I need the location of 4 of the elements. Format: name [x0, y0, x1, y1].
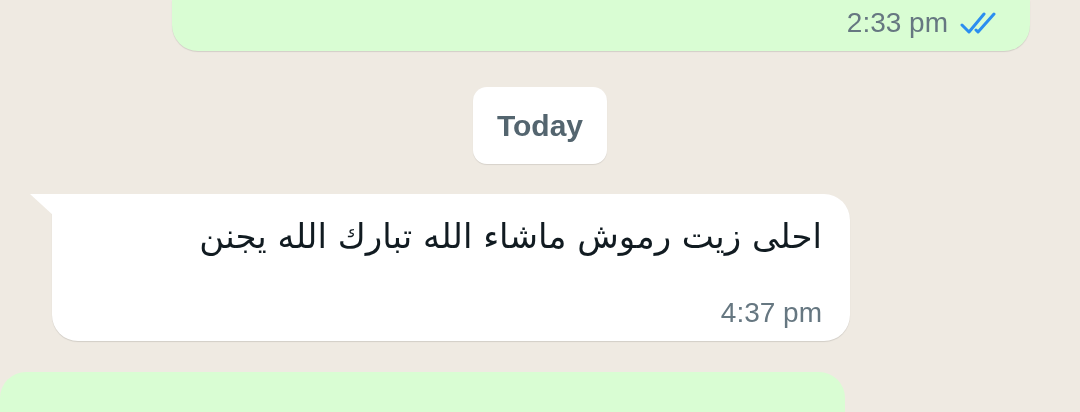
message-time: 2:33 pm: [846, 7, 948, 39]
message-text: احلى زيت رموش ماشاء الله تبارك الله يجنن: [198, 216, 822, 256]
date-chip: Today: [472, 87, 608, 164]
message-time: 4:37 pm: [720, 297, 822, 329]
